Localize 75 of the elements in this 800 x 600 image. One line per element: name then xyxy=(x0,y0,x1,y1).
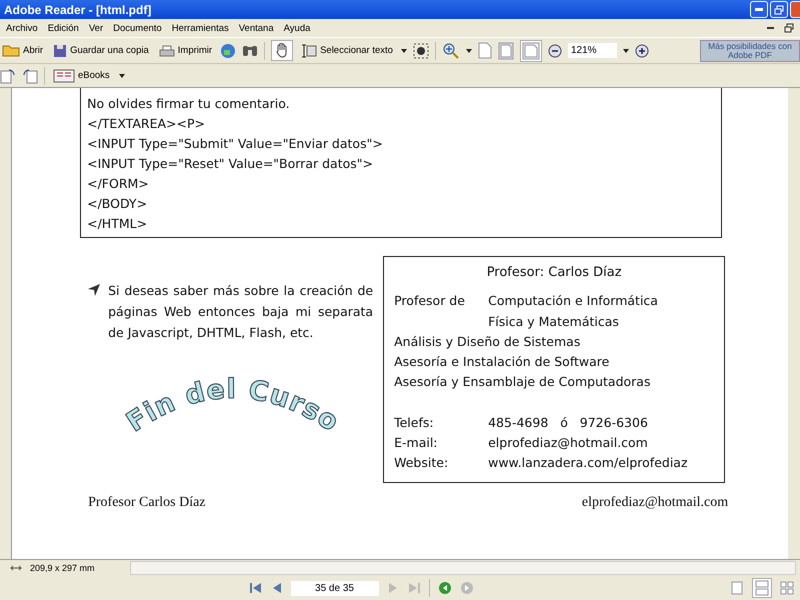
caret-icon xyxy=(118,74,125,78)
bullet-text: Si deseas saber más sobre la creación de páginas Web entonces baja mi separata de Javascript, DHTML, Flash, etc. xyxy=(108,282,374,342)
menu-item[interactable]: Ver xyxy=(88,22,104,34)
menu-item[interactable]: Edición xyxy=(48,22,79,34)
navigation-pane[interactable] xyxy=(0,88,12,559)
continuous-page-icon[interactable] xyxy=(752,578,772,598)
code-line: </BODY> xyxy=(87,195,148,213)
menu-item[interactable]: Ayuda xyxy=(284,22,310,34)
menu-item[interactable]: Documento xyxy=(113,22,162,34)
minimize-button[interactable] xyxy=(750,1,768,18)
caret-icon[interactable] xyxy=(622,48,629,52)
facing-pages-icon[interactable] xyxy=(780,581,794,595)
card-label: Website: xyxy=(394,454,450,472)
globe-icon[interactable] xyxy=(220,42,236,58)
card-label: E-mail: xyxy=(394,434,439,452)
card-label: Telefs: xyxy=(394,414,435,432)
zoom-in-icon[interactable] xyxy=(442,42,460,60)
card-value: Computación e Informática xyxy=(488,292,658,310)
menu-item[interactable]: Ventana xyxy=(238,22,274,34)
minimize-icon xyxy=(755,8,763,11)
card-value: 485-4698 ó 9726-6306 xyxy=(488,414,648,432)
printer-icon xyxy=(158,44,175,56)
book-icon xyxy=(53,68,75,82)
page-icon[interactable] xyxy=(478,42,492,59)
page-icon[interactable] xyxy=(520,40,542,62)
snapshot-icon[interactable] xyxy=(412,42,429,58)
first-page-icon[interactable] xyxy=(248,581,262,595)
save-copy-button[interactable]: Guardar una copia xyxy=(51,42,151,58)
footer-author: Profesor Carlos Díaz xyxy=(88,494,206,511)
menu-item[interactable]: Archivo xyxy=(6,22,38,34)
page-icon[interactable] xyxy=(498,42,514,60)
folder-icon xyxy=(2,44,20,56)
ebooks-button[interactable]: eBooks xyxy=(51,68,127,84)
previous-page-icon[interactable] xyxy=(270,581,282,595)
binoculars-icon[interactable] xyxy=(242,45,258,56)
code-line: </FORM> xyxy=(87,175,150,193)
zoom-out-icon[interactable] xyxy=(548,44,562,58)
code-line: </HTML> xyxy=(87,215,148,233)
caret-icon[interactable] xyxy=(466,48,472,52)
code-line: </TEXTAREA><P> xyxy=(87,115,206,133)
hand-tool-button[interactable] xyxy=(271,40,294,61)
caret-icon[interactable] xyxy=(400,48,407,52)
print-button[interactable]: Imprimir xyxy=(156,44,214,58)
card-line: Análisis y Diseño de Sistemas xyxy=(394,332,582,351)
code-line: No olvides firmar tu comentario. xyxy=(87,95,291,113)
card-line: Asesoría y Ensamblaje de Computadoras xyxy=(394,373,652,392)
close-button[interactable] xyxy=(790,1,800,18)
card-value: www.lanzadera.com/elprofediaz xyxy=(488,454,688,472)
card-label: Profesor de xyxy=(394,292,466,310)
card-value: elprofediaz@hotmail.com xyxy=(488,434,648,452)
back-icon[interactable] xyxy=(438,581,452,595)
bullet-arrow-icon xyxy=(88,284,100,296)
open-button[interactable]: Abrir xyxy=(0,44,46,58)
footer-email: elprofediaz@hotmail.com xyxy=(582,494,728,511)
single-page-icon[interactable] xyxy=(730,581,744,595)
menu-item[interactable]: Herramientas xyxy=(172,22,229,34)
card-title: Profesor: Carlos Díaz xyxy=(486,264,623,282)
rotate-icon[interactable] xyxy=(0,68,16,84)
page-number-field[interactable]: 35 de 35 xyxy=(290,580,378,596)
text-cursor-icon xyxy=(301,44,318,58)
hand-icon xyxy=(276,43,288,58)
rotate-icon[interactable] xyxy=(22,68,38,84)
window-title: Adobe Reader - [html.pdf] xyxy=(4,2,152,16)
zoom-field[interactable]: 121% xyxy=(568,43,617,58)
card-value: Física y Matemáticas xyxy=(488,312,619,331)
restore-button[interactable] xyxy=(770,1,788,18)
code-line: <INPUT Type="Reset" Value="Borrar datos"> xyxy=(87,155,374,173)
zoom-in-icon[interactable] xyxy=(634,44,649,58)
page-size-label: 209,9 x 297 mm xyxy=(30,563,96,573)
forward-icon[interactable] xyxy=(460,581,474,595)
select-text-button[interactable]: Seleccionar texto xyxy=(299,42,395,58)
promo-button[interactable]: Más posibilidades con Adobe PDF xyxy=(700,40,800,62)
splitter-icon[interactable] xyxy=(10,563,22,573)
code-line: <INPUT Type="Submit" Value="Enviar datos"> xyxy=(87,135,384,153)
card-line: Asesoría e Instalación de Software xyxy=(394,353,610,372)
